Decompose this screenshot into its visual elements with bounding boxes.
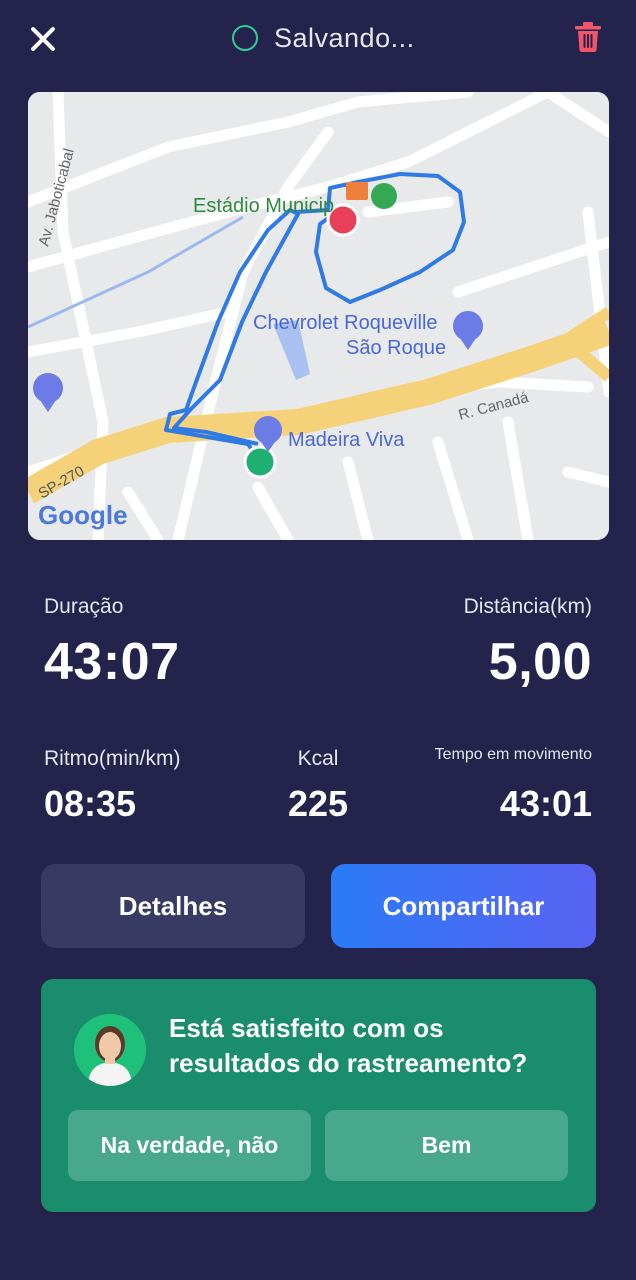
feedback-question: Está satisfeito com os resultados do ras…	[169, 1013, 528, 1078]
trash-icon[interactable]	[575, 22, 601, 52]
pace-value: 08:35	[44, 783, 137, 824]
distance-value: 5,00	[488, 633, 592, 691]
map-label-stadium: Estádio Municip	[193, 195, 334, 217]
saving-text: Salvando...	[274, 22, 415, 53]
feedback-yes-button[interactable]: Bem	[325, 1110, 568, 1181]
distance-label: Distância(km)	[463, 595, 592, 618]
moving-time-value: 43:01	[499, 783, 592, 824]
kcal-value: 225	[287, 783, 349, 824]
top-bar: Salvando...	[0, 0, 636, 80]
map-label-chevrolet-1: Chevrolet Roqueville	[253, 312, 438, 334]
feedback-no-button[interactable]: Na verdade, não	[68, 1110, 311, 1181]
pace-label: Ritmo(min/km)	[44, 747, 181, 770]
saving-status: Salvando...	[232, 20, 415, 56]
kcal-label: Kcal	[297, 747, 339, 770]
avatar	[74, 1014, 146, 1086]
moving-time-label: Tempo em movimento	[434, 746, 592, 763]
share-button[interactable]: Compartilhar	[331, 864, 596, 948]
close-icon[interactable]	[26, 22, 60, 56]
duration-label: Duração	[44, 595, 124, 618]
duration-value: 43:07	[44, 633, 180, 691]
route-map[interactable]: Estádio Municip Chevrolet Roqueville São…	[28, 92, 609, 540]
details-button[interactable]: Detalhes	[41, 864, 305, 948]
spinner-icon	[232, 25, 258, 51]
map-label-chevrolet-2: São Roque	[346, 337, 446, 359]
feedback-card: Está satisfeito com os resultados do ras…	[41, 979, 596, 1212]
google-logo: Google	[38, 500, 128, 530]
activity-summary-screen: Salvando... Estádio Municip Chevrolet Ro…	[0, 0, 636, 1280]
map-label-madeira: Madeira Viva	[288, 429, 405, 451]
